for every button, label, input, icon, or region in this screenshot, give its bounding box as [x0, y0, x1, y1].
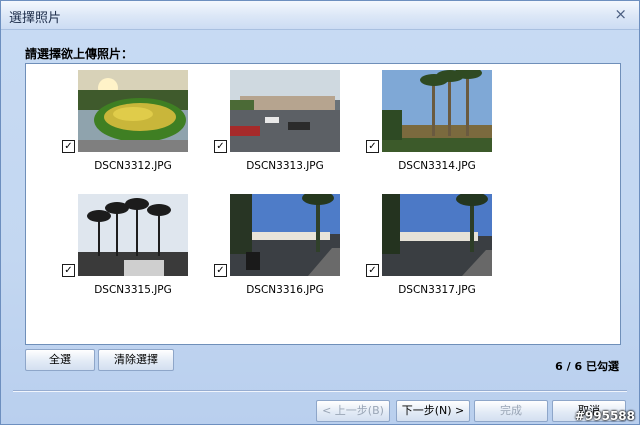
divider [13, 390, 627, 392]
photo-thumbnail[interactable] [382, 194, 492, 276]
photo-item[interactable]: ✓ DSCN3312.JPG [38, 66, 198, 176]
photo-filename: DSCN3317.JPG [398, 284, 476, 296]
photo-thumbnail[interactable] [78, 194, 188, 276]
photo-thumbnail[interactable] [230, 70, 340, 152]
selected-count: 6 / 6 已勾選 [555, 360, 619, 373]
photo-item[interactable]: ✓ DSCN3314.JPG [342, 66, 502, 176]
photo-checkbox[interactable]: ✓ [366, 264, 379, 277]
dialog-window: 選擇照片 × 請選擇欲上傳照片： ✓ DSCN3312.JPG ✓ DSCN33… [0, 0, 640, 425]
photo-item[interactable]: ✓ DSCN3317.JPG [342, 190, 502, 300]
photo-thumbnail[interactable] [382, 70, 492, 152]
photo-item[interactable]: ✓ DSCN3313.JPG [190, 66, 350, 176]
photo-checkbox[interactable]: ✓ [62, 264, 75, 277]
photo-checkbox[interactable]: ✓ [366, 140, 379, 153]
photo-thumbnail[interactable] [78, 70, 188, 152]
photo-thumbnail[interactable] [230, 194, 340, 276]
select-all-button[interactable]: 全選 [25, 349, 95, 371]
photo-checkbox[interactable]: ✓ [214, 264, 227, 277]
photo-filename: DSCN3316.JPG [246, 284, 324, 296]
photo-filename: DSCN3312.JPG [94, 160, 172, 172]
photo-filename: DSCN3315.JPG [94, 284, 172, 296]
watermark: #995588 [574, 409, 635, 423]
photo-item[interactable]: ✓ DSCN3315.JPG [38, 190, 198, 300]
clear-selection-button[interactable]: 清除選擇 [98, 349, 174, 371]
photo-item[interactable]: ✓ DSCN3316.JPG [190, 190, 350, 300]
title-bar[interactable]: 選擇照片 × [1, 1, 639, 30]
photo-grid: ✓ DSCN3312.JPG ✓ DSCN3313.JPG ✓ DSCN3314… [25, 63, 621, 345]
prompt-label: 請選擇欲上傳照片： [25, 47, 134, 61]
photo-filename: DSCN3313.JPG [246, 160, 324, 172]
next-button[interactable]: 下一步(N) > [396, 400, 470, 422]
photo-filename: DSCN3314.JPG [398, 160, 476, 172]
close-icon[interactable]: × [614, 5, 627, 23]
photo-checkbox[interactable]: ✓ [62, 140, 75, 153]
finish-button[interactable]: 完成 [474, 400, 548, 422]
prev-button[interactable]: < 上一步(B) [316, 400, 390, 422]
window-title: 選擇照片 [9, 11, 62, 26]
photo-checkbox[interactable]: ✓ [214, 140, 227, 153]
